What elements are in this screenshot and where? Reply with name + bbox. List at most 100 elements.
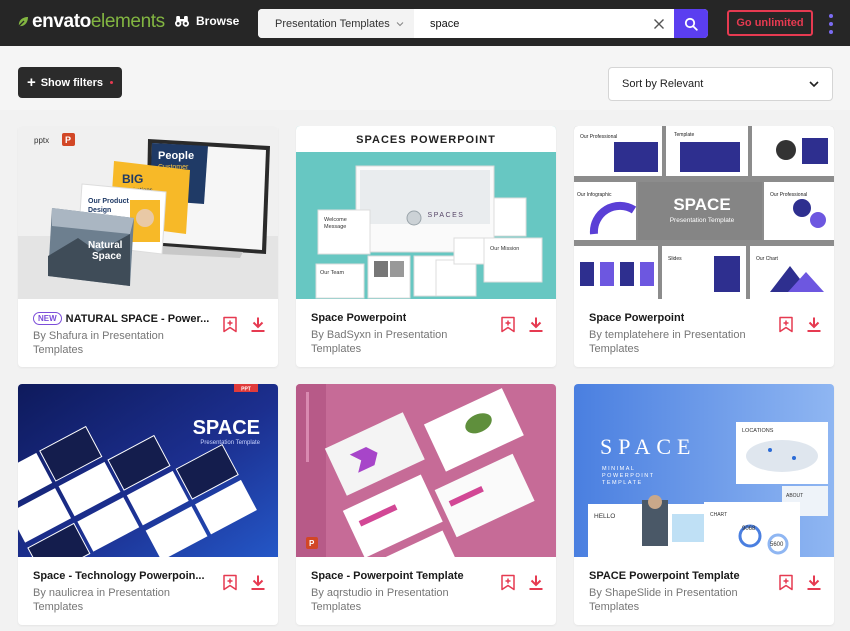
item-actions: [778, 574, 822, 591]
download-icon[interactable]: [806, 316, 822, 333]
close-icon: [654, 18, 664, 29]
author-link[interactable]: ShapeSlide: [605, 587, 661, 599]
category-dropdown[interactable]: Presentation Templates: [258, 9, 414, 38]
svg-text:Our Professional: Our Professional: [580, 134, 617, 140]
item-title-row[interactable]: Space Powerpoint: [589, 312, 769, 324]
search-submit-button[interactable]: [674, 9, 708, 38]
svg-text:SPACES: SPACES: [428, 212, 465, 219]
item-meta: Space - Technology Powerpoin... By naulic…: [33, 570, 213, 614]
svg-text:Presentation Template: Presentation Template: [200, 440, 260, 446]
item-thumbnail[interactable]: PPT SPACE Presentation Template: [18, 384, 278, 557]
svg-text:5600: 5600: [770, 542, 784, 548]
author-link[interactable]: Shafura: [49, 330, 88, 342]
item-title[interactable]: NATURAL SPACE - Power...: [66, 313, 210, 325]
svg-text:POWERPOINT: POWERPOINT: [602, 473, 655, 479]
thumbnail-natural-space: pptx P People Customer BIG Inspirations …: [18, 126, 278, 299]
sort-dropdown[interactable]: Sort by Relevant: [608, 67, 833, 101]
item-title[interactable]: Space - Powerpoint Template: [311, 570, 464, 582]
leaf-icon: [18, 17, 28, 27]
go-unlimited-button[interactable]: Go unlimited: [727, 10, 813, 36]
item-attribution: By aqrstudio in Presentation Templates: [311, 586, 491, 614]
svg-text:P: P: [309, 539, 315, 548]
new-badge: NEW: [33, 312, 62, 325]
author-link[interactable]: templatehere: [605, 329, 669, 341]
svg-text:Our Chart: Our Chart: [756, 256, 779, 262]
download-icon[interactable]: [250, 574, 266, 591]
item-title[interactable]: SPACE Powerpoint Template: [589, 570, 740, 582]
item-card[interactable]: SPACE MINIMAL POWERPOINT TEMPLATE LOCATI…: [574, 384, 834, 625]
svg-text:HELLO: HELLO: [594, 513, 615, 520]
svg-text:Presentation Template: Presentation Template: [670, 217, 735, 224]
top-navigation-bar: envatoelements Browse Presentation Templ…: [0, 0, 850, 46]
svg-text:Our Infographic: Our Infographic: [577, 192, 612, 198]
svg-text:Space: Space: [92, 251, 122, 262]
item-card[interactable]: Our Professional Template Our Infographi…: [574, 126, 834, 367]
thumbnail-space-technology: PPT SPACE Presentation Template: [18, 384, 278, 557]
item-title[interactable]: Space - Technology Powerpoin...: [33, 570, 205, 582]
bookmark-add-icon[interactable]: [500, 316, 516, 333]
item-thumbnail[interactable]: SPACES POWERPOINT SPACES Welcome Message…: [296, 126, 556, 299]
svg-text:MINIMAL: MINIMAL: [602, 466, 635, 472]
in-label: in: [664, 587, 673, 599]
svg-text:SPACE: SPACE: [600, 434, 696, 459]
bookmark-add-icon[interactable]: [222, 574, 238, 591]
item-card[interactable]: pptx P People Customer BIG Inspirations …: [18, 126, 278, 367]
bookmark-add-icon[interactable]: [778, 574, 794, 591]
item-title-row[interactable]: Space Powerpoint: [311, 312, 491, 324]
item-card[interactable]: SPACES POWERPOINT SPACES Welcome Message…: [296, 126, 556, 367]
search-input[interactable]: [414, 9, 644, 38]
item-card[interactable]: P Space - Powerpoint Template By aqrstudi…: [296, 384, 556, 625]
by-label: By: [311, 329, 324, 341]
svg-text:Our Team: Our Team: [320, 270, 344, 276]
show-filters-button[interactable]: + Show filters: [18, 67, 122, 98]
svg-text:SPACE: SPACE: [673, 195, 730, 214]
envato-elements-logo[interactable]: envatoelements: [16, 12, 165, 32]
svg-text:SPACES POWERPOINT: SPACES POWERPOINT: [356, 134, 496, 146]
download-icon[interactable]: [528, 316, 544, 333]
by-label: By: [589, 329, 602, 341]
item-title-row[interactable]: SPACE Powerpoint Template: [589, 570, 769, 582]
item-thumbnail[interactable]: pptx P People Customer BIG Inspirations …: [18, 126, 278, 299]
bookmark-add-icon[interactable]: [778, 316, 794, 333]
thumbnail-space-minimal: SPACE MINIMAL POWERPOINT TEMPLATE LOCATI…: [574, 384, 834, 557]
item-thumbnail[interactable]: Our Professional Template Our Infographi…: [574, 126, 834, 299]
item-attribution: By ShapeSlide in Presentation Templates: [589, 586, 769, 614]
browse-menu[interactable]: Browse: [174, 13, 239, 29]
author-link[interactable]: aqrstudio: [327, 587, 372, 599]
svg-text:Slides: Slides: [668, 256, 682, 262]
item-thumbnail[interactable]: SPACE MINIMAL POWERPOINT TEMPLATE LOCATI…: [574, 384, 834, 557]
svg-text:P: P: [65, 135, 71, 145]
more-dot: [829, 30, 833, 34]
thumbnail-space-pink: P: [296, 384, 556, 557]
item-title[interactable]: Space Powerpoint: [311, 312, 406, 324]
download-icon[interactable]: [806, 574, 822, 591]
item-thumbnail[interactable]: P: [296, 384, 556, 557]
show-filters-label: Show filters: [40, 76, 104, 89]
in-label: in: [375, 587, 384, 599]
bookmark-add-icon[interactable]: [222, 316, 238, 333]
in-label: in: [672, 329, 681, 341]
item-title-row[interactable]: Space - Technology Powerpoin...: [33, 570, 213, 582]
more-options-menu[interactable]: [828, 14, 834, 34]
author-link[interactable]: naulicrea: [49, 587, 94, 599]
download-icon[interactable]: [528, 574, 544, 591]
item-actions: [500, 574, 544, 591]
item-card[interactable]: PPT SPACE Presentation Template Space - …: [18, 384, 278, 625]
item-title[interactable]: Space Powerpoint: [589, 312, 684, 324]
chevron-down-icon: [809, 81, 819, 88]
item-attribution: By naulicrea in Presentation Templates: [33, 586, 213, 614]
item-attribution: By Shafura in Presentation Templates: [33, 329, 213, 357]
download-icon[interactable]: [250, 316, 266, 333]
search-bar: Presentation Templates: [258, 9, 708, 38]
item-attribution: By BadSyxn in Presentation Templates: [311, 328, 491, 356]
item-title-row[interactable]: Space - Powerpoint Template: [311, 570, 491, 582]
category-dropdown-label: Presentation Templates: [275, 17, 390, 30]
plus-icon: +: [26, 74, 36, 91]
author-link[interactable]: BadSyxn: [327, 329, 371, 341]
item-title-row[interactable]: NEW NATURAL SPACE - Power...: [33, 312, 213, 325]
item-attribution: By templatehere in Presentation Templates: [589, 328, 769, 356]
logo-wordmark: envatoelements: [32, 11, 165, 32]
thumbnail-space-powerpoint: Our Professional Template Our Infographi…: [574, 126, 834, 299]
clear-search-button[interactable]: [644, 9, 674, 38]
bookmark-add-icon[interactable]: [500, 574, 516, 591]
